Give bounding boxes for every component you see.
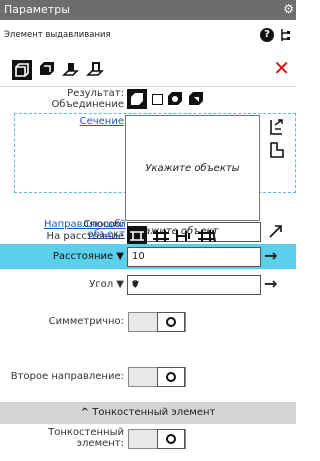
toggle-knob xyxy=(157,367,185,387)
distance-arrow-icon[interactable]: → xyxy=(264,246,277,265)
new-body-icon[interactable] xyxy=(152,94,163,105)
subtract-icon[interactable] xyxy=(167,91,183,110)
extrude-cut-icon[interactable] xyxy=(86,60,104,78)
direction-arrow-icon[interactable] xyxy=(268,223,284,242)
symmetric-label: Симметрично: xyxy=(48,316,124,327)
union-icon[interactable] xyxy=(127,89,147,112)
thin-wall-section-title: ^ Тонкостенный элемент xyxy=(80,407,216,418)
section-selection-box[interactable]: Укажите объекты xyxy=(125,115,260,221)
second-direction-toggle[interactable] xyxy=(128,367,186,387)
help-icon[interactable]: ? xyxy=(260,28,274,42)
panel-subtitle: Элемент выдавливания xyxy=(4,30,111,40)
thin-wall-section-header[interactable]: ^ Тонкостенный элемент xyxy=(0,402,296,424)
section-placeholder: Укажите объекты xyxy=(145,163,240,174)
distance-input[interactable]: 10 xyxy=(127,247,261,267)
chevron-up-icon: ^ xyxy=(80,407,90,418)
chevron-down-icon: ▼ xyxy=(132,280,139,290)
tree-icon[interactable] xyxy=(280,28,290,46)
result-label: Результат: Объединение xyxy=(30,88,124,110)
result-value: Объединение xyxy=(51,99,124,110)
method-label: Способ: xyxy=(83,219,124,230)
thin-element-toggle[interactable] xyxy=(128,429,186,449)
angle-arrow-icon[interactable]: → xyxy=(264,274,277,293)
extrude-boss-icon[interactable] xyxy=(62,60,80,78)
extrude-icon[interactable] xyxy=(12,60,32,80)
window-title: Параметры xyxy=(4,3,70,16)
distance-label[interactable]: Расстояние ▼ xyxy=(40,251,124,262)
angle-select[interactable]: 0 ▼ xyxy=(127,275,261,295)
section-link[interactable]: Сечение xyxy=(64,116,124,127)
gear-icon[interactable]: ⚙ xyxy=(283,2,294,16)
select-contour-icon[interactable] xyxy=(269,118,285,139)
method-value: На расстояние xyxy=(46,231,124,242)
second-direction-label: Второе направление: xyxy=(10,371,124,382)
distance-value: 10 xyxy=(132,251,145,262)
sketch-contour-icon[interactable] xyxy=(269,142,285,161)
toggle-knob xyxy=(157,429,185,449)
symmetric-toggle[interactable] xyxy=(128,312,186,332)
close-icon[interactable]: ✕ xyxy=(273,56,290,80)
operation-toolbar: ✕ xyxy=(0,52,296,87)
thin-element-label: Тонкостенный элемент: xyxy=(48,427,124,449)
angle-label[interactable]: Угол ▼ xyxy=(40,279,124,290)
direction-field[interactable]: Укажите объект xyxy=(127,222,261,242)
intersect-icon[interactable] xyxy=(188,91,204,110)
cut-extrude-icon[interactable] xyxy=(38,60,56,78)
toggle-knob xyxy=(157,312,185,332)
window-titlebar: Параметры ⚙ xyxy=(0,0,296,20)
panel-header: Элемент выдавливания ? xyxy=(0,20,296,52)
